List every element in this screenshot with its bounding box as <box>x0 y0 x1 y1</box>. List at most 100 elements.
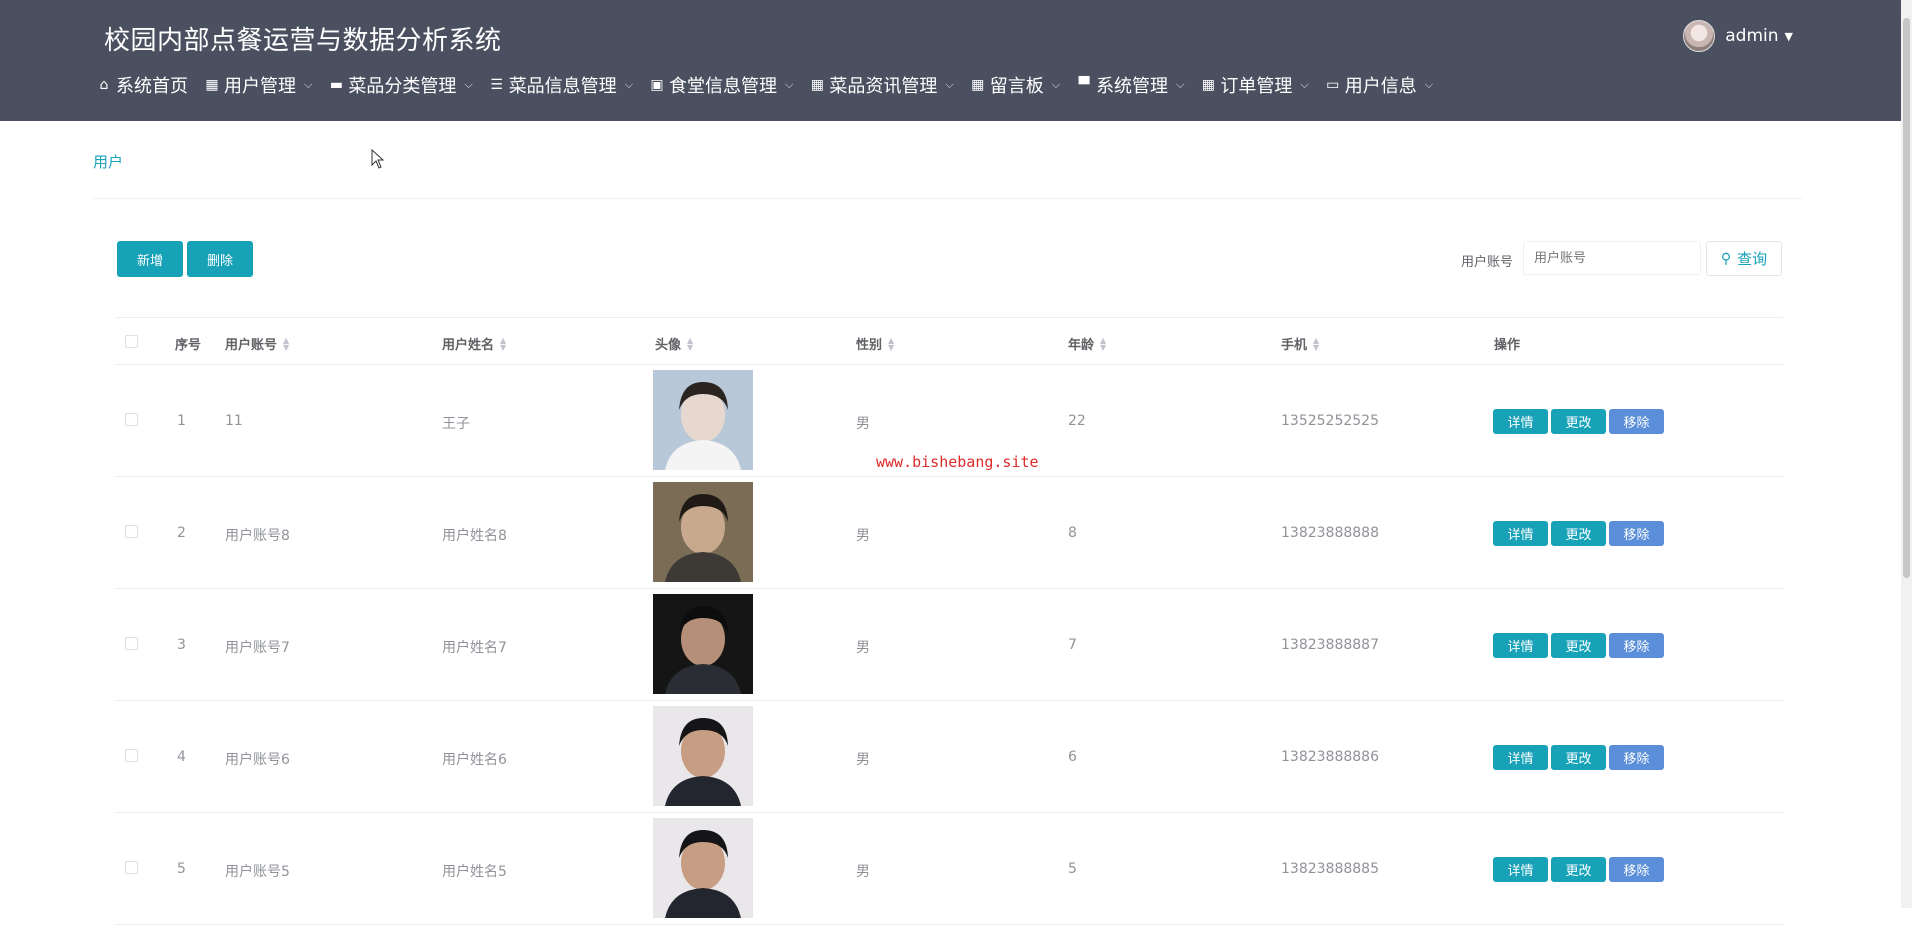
username: admin <box>1725 26 1779 46</box>
nav-item-4[interactable]: ▣ 食堂信息管理 ⌵ <box>649 72 793 98</box>
cell-phone: 13823888887 <box>1281 637 1379 653</box>
chevron-down-icon: ⌵ <box>1300 78 1309 91</box>
nav-item-3[interactable]: ☰ 菜品信息管理 ⌵ <box>489 72 633 98</box>
remove-button[interactable]: 移除 <box>1609 409 1664 434</box>
cell-phone: 13823888885 <box>1281 861 1379 877</box>
remove-button[interactable]: 移除 <box>1609 745 1664 770</box>
col-account[interactable]: 用户账号 ▲ ▼ <box>225 334 289 353</box>
nav-label: 用户信息 <box>1344 76 1417 97</box>
home-icon: ⌂ <box>99 77 109 93</box>
sort-icon[interactable]: ▲ ▼ <box>1313 336 1319 351</box>
sort-icon[interactable]: ▲ ▼ <box>888 336 894 351</box>
nav-item-7[interactable]: ▀ 系统管理 ⌵ <box>1076 72 1185 98</box>
detail-button[interactable]: 详情 <box>1493 409 1548 434</box>
edit-button[interactable]: 更改 <box>1551 633 1606 658</box>
nav-label: 菜品信息管理 <box>508 76 617 97</box>
row-checkbox[interactable] <box>125 637 138 650</box>
cell-age: 5 <box>1068 861 1077 877</box>
cell-age: 6 <box>1068 749 1077 765</box>
cell-index: 3 <box>177 637 186 653</box>
detail-button[interactable]: 详情 <box>1493 521 1548 546</box>
search-button[interactable]: ⚲ 查询 <box>1706 241 1782 276</box>
scrollbar-thumb[interactable] <box>1903 18 1910 578</box>
cell-index: 5 <box>177 861 186 877</box>
nav-item-6[interactable]: ▦ 留言板 ⌵ <box>970 72 1060 98</box>
col-avatar[interactable]: 头像 ▲ ▼ <box>655 334 693 353</box>
breadcrumb[interactable]: 用户 <box>93 151 123 172</box>
col-age[interactable]: 年龄 ▲ ▼ <box>1068 334 1106 353</box>
col-phone[interactable]: 手机 ▲ ▼ <box>1281 334 1319 353</box>
remove-button[interactable]: 移除 <box>1609 633 1664 658</box>
app-title: 校园内部点餐运营与数据分析系统 <box>104 26 502 56</box>
cell-phone: 13525252525 <box>1281 413 1379 429</box>
edit-button[interactable]: 更改 <box>1551 857 1606 882</box>
cell-name: 王子 <box>442 416 470 432</box>
avatar-image <box>653 370 753 470</box>
row-actions: 详情 更改 移除 <box>1493 745 1664 770</box>
chevron-down-icon: ⌵ <box>1424 78 1434 91</box>
edit-button[interactable]: 更改 <box>1551 745 1606 770</box>
chevron-down-icon: ⌵ <box>785 78 794 91</box>
avatar-image <box>653 818 753 918</box>
cell-age: 7 <box>1068 637 1077 653</box>
detail-button[interactable]: 详情 <box>1493 857 1548 882</box>
cell-account: 用户账号6 <box>225 752 290 768</box>
cell-name: 用户姓名5 <box>442 864 507 880</box>
cell-age: 8 <box>1068 525 1077 541</box>
grid-icon: ▦ <box>971 77 985 93</box>
nav-item-8[interactable]: ▦ 订单管理 ⌵ <box>1200 72 1309 98</box>
nav-item-1[interactable]: ▦ 用户管理 ⌵ <box>204 72 312 98</box>
table-body: 1 11 王子男 22 13525252525 详情 更改 移除 2 用户账号8 用户姓名8 男 8 13… <box>115 365 1783 925</box>
select-all-checkbox[interactable] <box>125 335 138 348</box>
sort-icon[interactable]: ▲ ▼ <box>500 336 506 351</box>
table-row: 2 用户账号8 用户姓名8 男 8 13823888888 详情 更改 移除 <box>115 477 1783 589</box>
avatar-image <box>653 482 753 582</box>
remove-button[interactable]: 移除 <box>1609 857 1664 882</box>
mouse-cursor-icon <box>371 149 385 169</box>
grid-icon: ▦ <box>810 77 824 93</box>
edit-button[interactable]: 更改 <box>1551 409 1606 434</box>
row-checkbox[interactable] <box>125 525 138 538</box>
row-actions: 详情 更改 移除 <box>1493 521 1664 546</box>
nav-item-0[interactable]: ⌂ 系统首页 <box>96 72 188 98</box>
sort-icon[interactable]: ▲ ▼ <box>687 336 693 351</box>
detail-button[interactable]: 详情 <box>1493 745 1548 770</box>
page-scrollbar[interactable] <box>1901 0 1912 908</box>
cell-name: 用户姓名8 <box>442 528 507 544</box>
search-label: 用户账号 <box>1461 255 1514 270</box>
nav-item-9[interactable]: ▭ 用户信息 ⌵ <box>1325 72 1433 98</box>
cell-account: 用户账号7 <box>225 640 290 656</box>
col-name[interactable]: 用户姓名 ▲ ▼ <box>442 334 506 353</box>
edit-button[interactable]: 更改 <box>1551 521 1606 546</box>
cell-age: 22 <box>1068 413 1086 429</box>
avatar-image <box>653 594 753 694</box>
cell-index: 1 <box>177 413 186 429</box>
add-button[interactable]: 新增 <box>117 241 183 277</box>
user-avatar <box>1683 20 1716 52</box>
delete-button[interactable]: 删除 <box>187 241 253 277</box>
sort-icon[interactable]: ▲ ▼ <box>283 336 289 351</box>
sort-icon[interactable]: ▲ ▼ <box>1100 336 1106 351</box>
row-checkbox[interactable] <box>125 413 138 426</box>
cell-phone: 13823888886 <box>1281 749 1379 765</box>
user-menu[interactable]: admin ▼ <box>1683 20 1793 52</box>
cell-account: 用户账号8 <box>225 528 290 544</box>
search-input[interactable] <box>1523 241 1701 275</box>
detail-button[interactable]: 详情 <box>1493 633 1548 658</box>
cell-gender: 男 <box>856 640 870 656</box>
remove-button[interactable]: 移除 <box>1609 521 1664 546</box>
row-checkbox[interactable] <box>125 749 138 762</box>
avatar-image <box>653 706 753 806</box>
table-row: 3 用户账号7 用户姓名7 男 7 13823888887 详情 更改 移除 <box>115 589 1783 701</box>
cell-name: 用户姓名7 <box>442 640 507 656</box>
watermark: www.bishebang.site <box>876 453 1039 471</box>
row-checkbox[interactable] <box>125 861 138 874</box>
table-header: 序号 用户账号 ▲ ▼ 用户姓名 ▲ ▼ 头像 ▲ ▼ 性别 ▲ ▼ 年龄 ▲ ▼ 手机 ▲ ▼ 操作 <box>115 317 1783 365</box>
table-row: 4 用户账号6 用户姓名6 男 6 13823888886 详情 更改 移除 <box>115 701 1783 813</box>
nav-item-5[interactable]: ▦ 菜品资讯管理 ⌵ <box>809 72 954 98</box>
search-icon: ⚲ <box>1720 250 1732 267</box>
nav-item-2[interactable]: ▬ 菜品分类管理 ⌵ <box>328 72 473 98</box>
content-panel: 新增 删除 用户账号 ⚲ 查询 序号 用户账号▲▼ 用户姓名▲▼ 头像▲▼ 性别… <box>93 198 1802 925</box>
col-gender[interactable]: 性别 ▲ ▼ <box>856 334 894 353</box>
col-index: 序号 <box>175 338 202 353</box>
